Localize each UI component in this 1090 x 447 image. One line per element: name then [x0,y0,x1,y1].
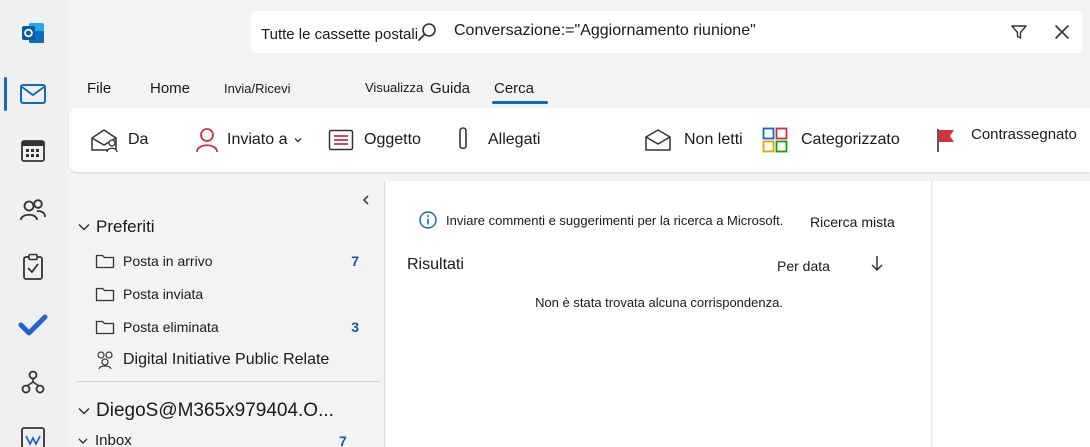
results-title: Risultati [407,256,464,273]
person-icon [196,128,218,153]
search-ribbon: Da Inviato a Oggetto Allegati Non letti … [69,108,1090,172]
org-explorer-icon[interactable] [0,357,66,407]
envelope-open-icon [645,129,671,151]
subject-button[interactable]: Oggetto [328,108,421,172]
folder-icon [95,287,115,302]
attachments-label: Allegati [488,131,541,148]
favorites-label: Preferiti [96,217,155,236]
tab-file[interactable]: File [87,80,111,97]
app-rail [0,0,66,447]
inbox-label: Inbox [95,432,132,447]
unread-count: 3 [351,319,359,335]
subject-label: Oggetto [364,131,421,148]
flagged-button[interactable]: Contrassegnato [935,108,1077,172]
tab-help[interactable]: Guida [430,80,470,97]
outlook-logo-icon [0,8,66,58]
account-label: DiegoS@M365x979404.O... [96,400,334,421]
feedback-link[interactable]: Inviare commenti e suggerimenti per la r… [418,210,783,230]
mixed-search-toggle[interactable]: Ricerca mista [810,214,895,230]
folder-deleted[interactable]: Posta eliminata 3 [95,314,359,340]
unread-button[interactable]: Non letti [644,108,743,172]
results-pane: Inviare commenti e suggerimenti per la r… [386,181,932,447]
categories-icon [762,127,788,153]
tab-send-receive[interactable]: Invia/Ricevi [224,81,290,96]
group-icon [97,351,113,370]
search-icon[interactable] [417,22,437,47]
calendar-app-icon[interactable] [0,412,66,447]
feedback-text: Inviare commenti e suggerimenti per la r… [446,212,784,228]
reading-pane [933,181,1090,447]
collapse-pane-icon[interactable] [361,193,371,211]
flagged-label: Contrassegnato [971,125,1077,143]
chevron-down-icon [78,407,90,415]
categorized-button[interactable]: Categorizzato [762,108,900,172]
folder-icon [95,320,115,335]
filter-icon[interactable] [1010,23,1028,46]
empty-state-message: Non è stata trovata alcuna corrispondenz… [535,295,783,310]
folder-pane: Preferiti Posta in arrivo 7 Posta inviat… [69,181,385,447]
unread-count: 7 [339,432,347,447]
folder-label: Posta inviata [123,286,204,302]
from-label: Da [128,131,149,148]
folder-label: Digital Initiative Public Relate [123,351,330,368]
close-search-icon[interactable] [1053,23,1071,46]
calendar-icon[interactable] [0,126,66,176]
attachments-button[interactable]: Allegati [454,108,540,172]
tab-search[interactable]: Cerca [491,80,549,104]
tab-home[interactable]: Home [150,80,190,97]
from-button[interactable]: Da [90,108,148,172]
divider [77,381,380,382]
arrow-down-icon[interactable] [870,254,884,277]
tab-view[interactable]: Visualizza [365,80,423,95]
chevron-down-icon [78,223,90,231]
folder-label: Posta eliminata [123,319,219,335]
folder-icon [95,254,115,269]
account-header[interactable]: DiegoS@M365x979404.O... [77,400,334,422]
paperclip-icon [459,127,467,150]
unread-count: 7 [351,253,359,269]
sent-to-button[interactable]: Inviato a [195,108,304,172]
folder-group[interactable]: Digital Initiative Public Relate [95,347,359,373]
chevron-down-icon [294,138,302,143]
flag-icon [937,129,954,152]
chevron-down-icon [78,438,88,444]
inbox-header[interactable]: Inbox 7 [77,432,367,447]
unread-label: Non letti [684,131,743,148]
search-input[interactable]: Conversazione:="Aggiornamento riunione" [454,22,756,40]
info-icon [419,211,437,229]
subject-icon [328,129,354,151]
todo-check-icon[interactable] [0,300,66,350]
search-box[interactable]: Tutte le cassette postali Conversazione:… [251,11,1083,53]
search-scope-dropdown[interactable]: Tutte le cassette postali [261,26,418,43]
tasks-icon[interactable] [0,242,66,292]
people-icon[interactable] [0,185,66,235]
from-icon [91,129,118,153]
sort-by-dropdown[interactable]: Per data [777,258,830,274]
mail-icon[interactable] [0,69,66,119]
categorized-label: Categorizzato [801,131,900,148]
folder-label: Posta in arrivo [123,253,213,269]
folder-sent[interactable]: Posta inviata [95,281,359,307]
favorites-header[interactable]: Preferiti [77,217,155,237]
sent-to-label: Inviato a [227,131,288,148]
folder-inbox[interactable]: Posta in arrivo 7 [95,248,359,274]
